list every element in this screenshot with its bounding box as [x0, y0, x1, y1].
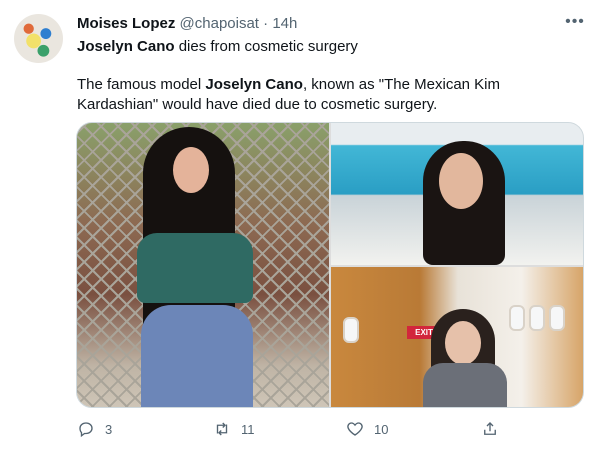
reply-icon: [79, 422, 93, 438]
body-shape: [423, 363, 507, 407]
heart-icon: [347, 422, 363, 436]
avatar[interactable]: [14, 14, 63, 63]
reply-count: 3: [105, 421, 113, 437]
face-shape: [445, 321, 481, 365]
timestamp[interactable]: 14h: [272, 15, 297, 32]
airplane-window: [549, 305, 565, 331]
retweet-count: 11: [241, 421, 255, 437]
reply-button[interactable]: 3: [77, 418, 112, 440]
like-button[interactable]: 10: [346, 418, 388, 440]
airplane-window: [343, 317, 359, 343]
tweet-paragraph: The famous model Joselyn Cano, known as …: [77, 75, 582, 115]
action-bar: 3 11 10: [77, 418, 582, 440]
author-handle[interactable]: @chapoisat: [180, 15, 259, 32]
author-name[interactable]: Moises Lopez: [77, 15, 175, 32]
retweet-button[interactable]: 11: [213, 418, 255, 440]
para-bold-name: Joselyn Cano: [205, 76, 303, 93]
bold-name: Joselyn Cano: [77, 38, 175, 55]
separator: ·: [263, 15, 269, 32]
face-shape: [173, 147, 209, 193]
photo-left[interactable]: [77, 123, 329, 407]
media-grid: EXIT: [76, 122, 584, 408]
top-shape: [137, 233, 253, 303]
jeans-shape: [141, 305, 253, 407]
para-pre: The famous model: [77, 76, 206, 93]
photo-right-top[interactable]: [331, 123, 583, 265]
share-icon: [484, 422, 496, 435]
like-count: 10: [374, 421, 389, 437]
line-rest: dies from cosmetic surgery: [174, 38, 358, 55]
tweet: Moises Lopez @chapoisat · 14h ••• Josely…: [0, 0, 601, 452]
more-options-icon[interactable]: •••: [565, 14, 585, 34]
share-button[interactable]: [481, 418, 499, 440]
airplane-window: [529, 305, 545, 331]
face-shape: [439, 153, 483, 209]
tweet-text-line: Joselyn Cano dies from cosmetic surgery: [77, 37, 358, 57]
airplane-window: [509, 305, 525, 331]
photo-right-bottom[interactable]: EXIT: [331, 267, 583, 407]
tweet-header: Moises Lopez @chapoisat · 14h: [77, 14, 297, 34]
retweet-icon: [216, 422, 228, 436]
